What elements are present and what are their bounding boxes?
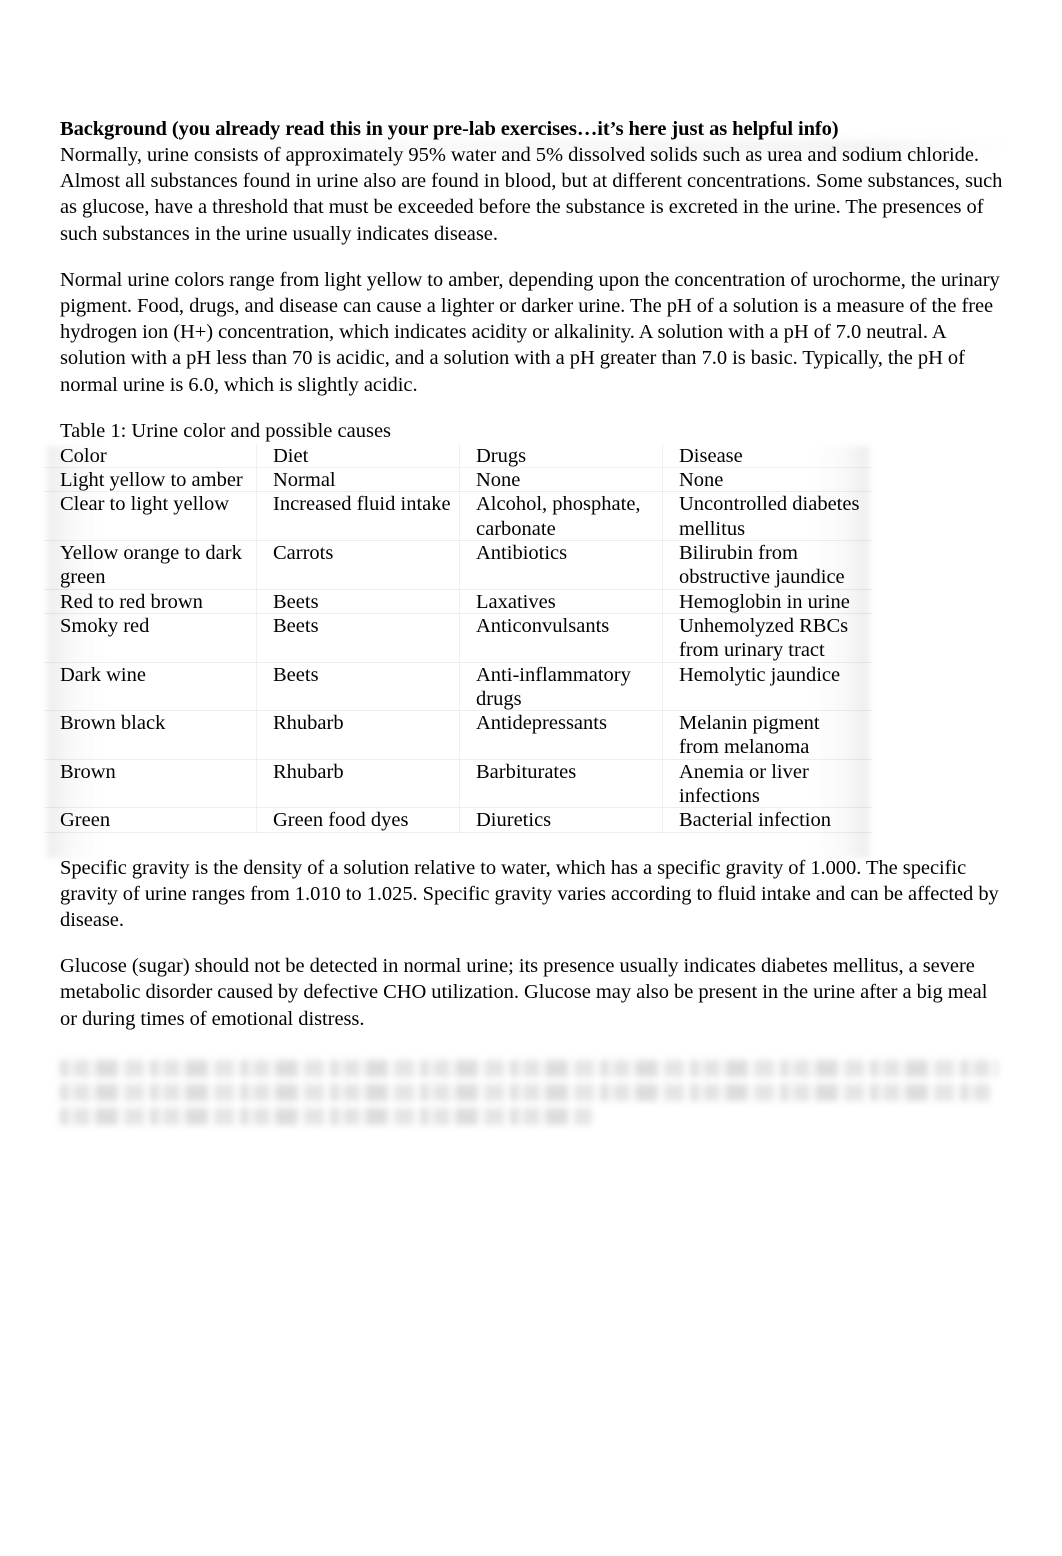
- table-cell-disease: None: [663, 468, 872, 492]
- table-cell-drugs: Alcohol, phosphate, carbonate: [460, 492, 663, 541]
- table-header-row: Color Diet Drugs Disease: [44, 444, 872, 468]
- table-row: Clear to light yellow Increased fluid in…: [44, 492, 872, 541]
- table-cell-diet: Increased fluid intake: [257, 492, 460, 541]
- obscured-text-line: [60, 1083, 992, 1101]
- table-cell-drugs: Anticonvulsants: [460, 614, 663, 663]
- table-cell-drugs: Diuretics: [460, 808, 663, 832]
- table-cell-drugs: None: [460, 468, 663, 492]
- paragraph-specific-gravity: Specific gravity is the density of a sol…: [60, 856, 999, 931]
- table-cell-disease: Melanin pigment from melanoma: [663, 711, 872, 760]
- obscured-text-line: [60, 1107, 592, 1125]
- table-row: Yellow orange to dark green Carrots Anti…: [44, 541, 872, 590]
- table-cell-disease: Hemoglobin in urine: [663, 590, 872, 614]
- urine-color-table: Color Diet Drugs Disease Light yellow to…: [44, 444, 872, 833]
- table-cell-disease: Anemia or liver infections: [663, 760, 872, 809]
- obscured-text-line: [60, 1059, 998, 1077]
- table-cell-color: Light yellow to amber: [44, 468, 257, 492]
- table-cell-diet: Rhubarb: [257, 711, 460, 760]
- table-cell-color: Dark wine: [44, 663, 257, 712]
- column-header-drugs: Drugs: [460, 444, 663, 468]
- table-cell-diet: Green food dyes: [257, 808, 460, 832]
- table-row: Light yellow to amber Normal None None: [44, 468, 872, 492]
- table-cell-disease: Bacterial infection: [663, 808, 872, 832]
- paragraph-glucose: Glucose (sugar) should not be detected i…: [60, 955, 988, 1030]
- table-cell-diet: Normal: [257, 468, 460, 492]
- document-content: Background (you already read this in you…: [44, 118, 1004, 1132]
- table-cell-drugs: Antidepressants: [460, 711, 663, 760]
- table-container: Color Diet Drugs Disease Light yellow to…: [44, 444, 872, 858]
- column-header-diet: Diet: [257, 444, 460, 468]
- table-cell-diet: Beets: [257, 590, 460, 614]
- table-cell-disease: Uncontrolled diabetes mellitus: [663, 492, 872, 541]
- column-header-color: Color: [44, 444, 257, 468]
- table-cell-diet: Rhubarb: [257, 760, 460, 809]
- table-caption: Table 1: Urine color and possible causes: [60, 419, 392, 442]
- table-cell-color: Yellow orange to dark green: [44, 541, 257, 590]
- table-cell-drugs: Antibiotics: [460, 541, 663, 590]
- table-row: Brown black Rhubarb Antidepressants Mela…: [44, 711, 872, 760]
- table-row: Brown Rhubarb Barbiturates Anemia or liv…: [44, 760, 872, 809]
- table-cell-drugs: Laxatives: [460, 590, 663, 614]
- table-cell-diet: Beets: [257, 614, 460, 663]
- obscured-paragraph: [60, 1059, 1000, 1125]
- paragraph-normally-urine-composition: Normally, urine consists of approximatel…: [60, 144, 1003, 245]
- table-cell-color: Brown black: [44, 711, 257, 760]
- paragraph-urine-color-and-ph: Normal urine colors range from light yel…: [60, 268, 1000, 396]
- page-title: Background (you already read this in you…: [60, 118, 839, 140]
- table-cell-drugs: Anti-inflammatory drugs: [460, 663, 663, 712]
- table-cell-color: Clear to light yellow: [44, 492, 257, 541]
- table-cell-drugs: Barbiturates: [460, 760, 663, 809]
- table-cell-color: Smoky red: [44, 614, 257, 663]
- table-cell-disease: Bilirubin from obstructive jaundice: [663, 541, 872, 590]
- table-row: Smoky red Beets Anticonvulsants Unhemoly…: [44, 614, 872, 663]
- table-cell-diet: Carrots: [257, 541, 460, 590]
- column-header-disease: Disease: [663, 444, 872, 468]
- table-row: Green Green food dyes Diuretics Bacteria…: [44, 808, 872, 832]
- table-cell-color: Green: [44, 808, 257, 832]
- table-cell-color: Brown: [44, 760, 257, 809]
- table-cell-disease: Unhemolyzed RBCs from urinary tract: [663, 614, 872, 663]
- table-cell-color: Red to red brown: [44, 590, 257, 614]
- table-cell-disease: Hemolytic jaundice: [663, 663, 872, 712]
- table-row: Red to red brown Beets Laxatives Hemoglo…: [44, 590, 872, 614]
- table-row: Dark wine Beets Anti-inflammatory drugs …: [44, 663, 872, 712]
- document-page: Background (you already read this in you…: [0, 0, 1062, 1556]
- table-cell-diet: Beets: [257, 663, 460, 712]
